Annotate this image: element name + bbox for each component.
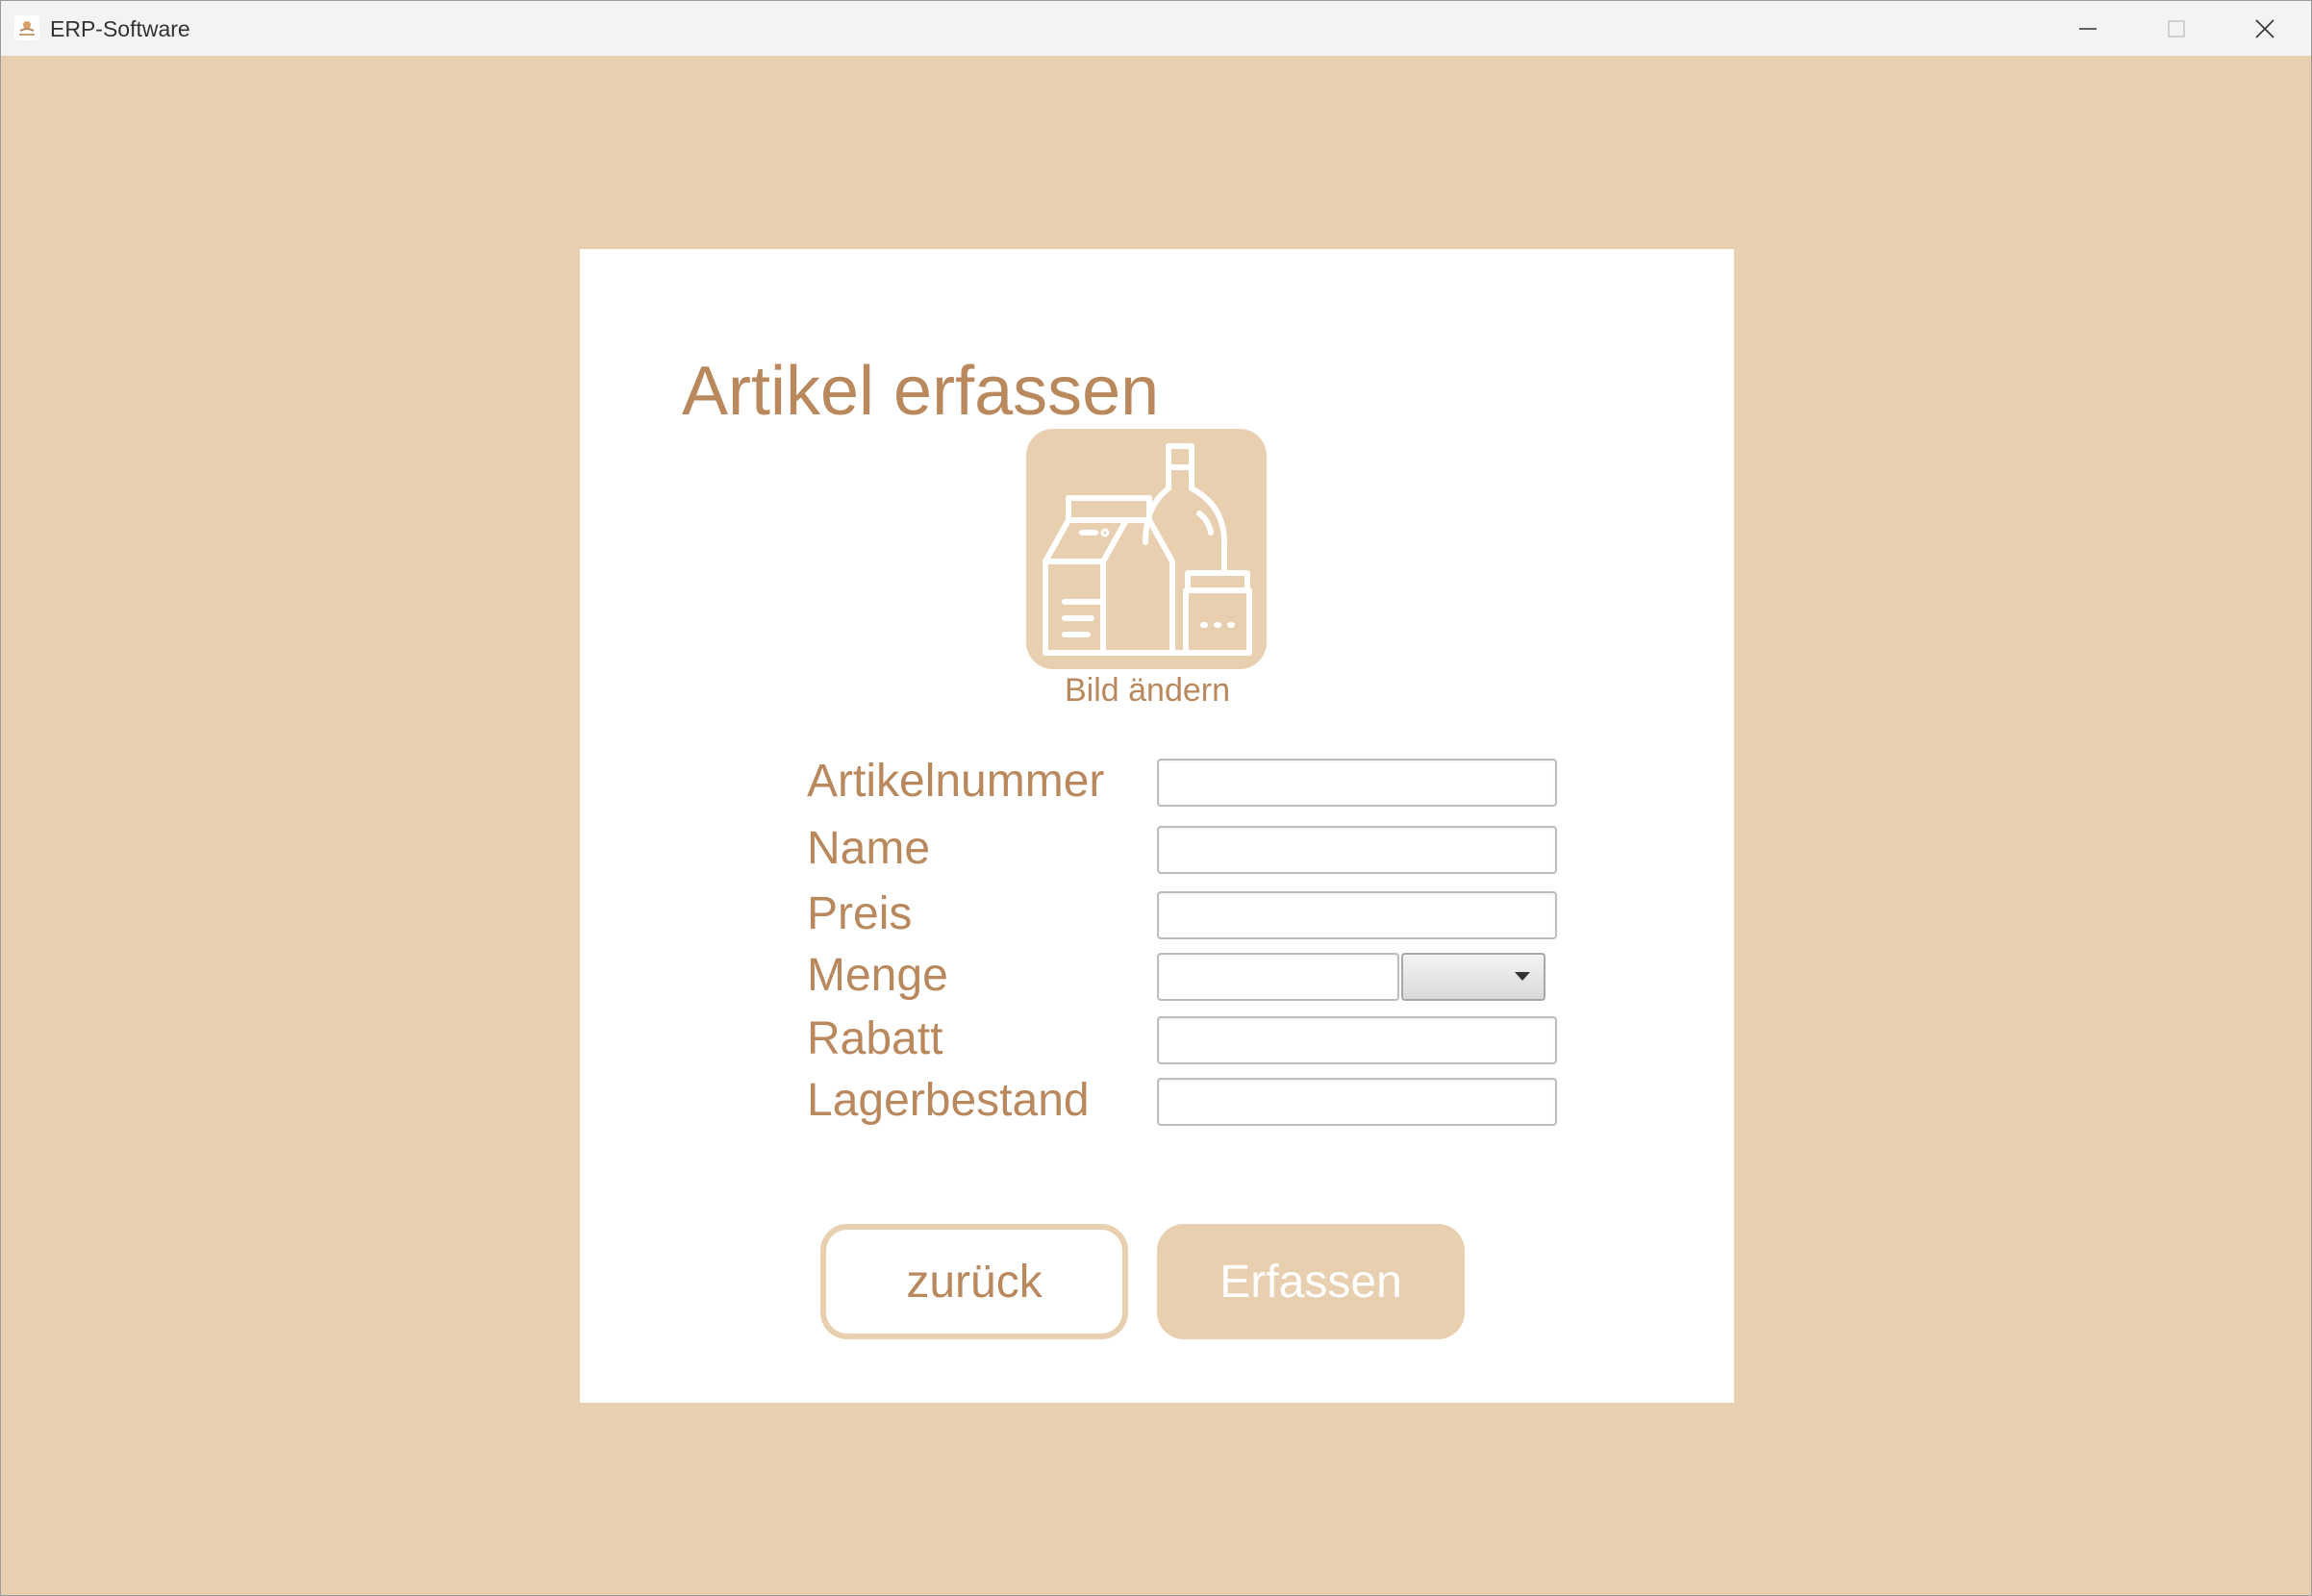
submit-button[interactable]: Erfassen [1157, 1224, 1465, 1339]
stock-label: Lagerbestand [807, 1075, 1090, 1126]
price-label: Preis [807, 888, 913, 939]
quantity-input[interactable] [1157, 953, 1399, 1001]
title-bar[interactable]: ERP-Software [1, 1, 2311, 56]
article-form-card: Artikel erfassen Bild ändern Artikelnumm… [580, 249, 1734, 1403]
application-window: ERP-Software Artikel erfassen Bild änder… [0, 0, 2312, 1596]
close-button[interactable] [2221, 1, 2309, 56]
minimize-icon [2079, 27, 2097, 30]
article-image[interactable] [1026, 429, 1267, 669]
discount-input[interactable] [1157, 1016, 1557, 1064]
back-button[interactable]: zurück [820, 1224, 1128, 1339]
name-label: Name [807, 823, 931, 874]
minimize-button[interactable] [2044, 1, 2132, 56]
maximize-icon [2168, 19, 2185, 37]
page-title: Artikel erfassen [682, 353, 1160, 430]
quantity-unit-select[interactable] [1401, 953, 1546, 1001]
article-number-input[interactable] [1157, 759, 1557, 807]
window-title: ERP-Software [50, 16, 190, 41]
stock-input[interactable] [1157, 1078, 1557, 1126]
close-icon [2255, 18, 2274, 38]
article-number-label: Artikelnummer [807, 756, 1105, 807]
name-input[interactable] [1157, 826, 1557, 874]
app-logo-icon [14, 15, 39, 40]
chevron-down-icon [1515, 972, 1530, 981]
quantity-label: Menge [807, 950, 948, 1001]
change-image-link[interactable]: Bild ändern [1042, 668, 1253, 712]
maximize-button[interactable] [2132, 1, 2221, 56]
groceries-icon [1043, 443, 1252, 656]
price-input[interactable] [1157, 891, 1557, 939]
discount-label: Rabatt [807, 1013, 943, 1064]
